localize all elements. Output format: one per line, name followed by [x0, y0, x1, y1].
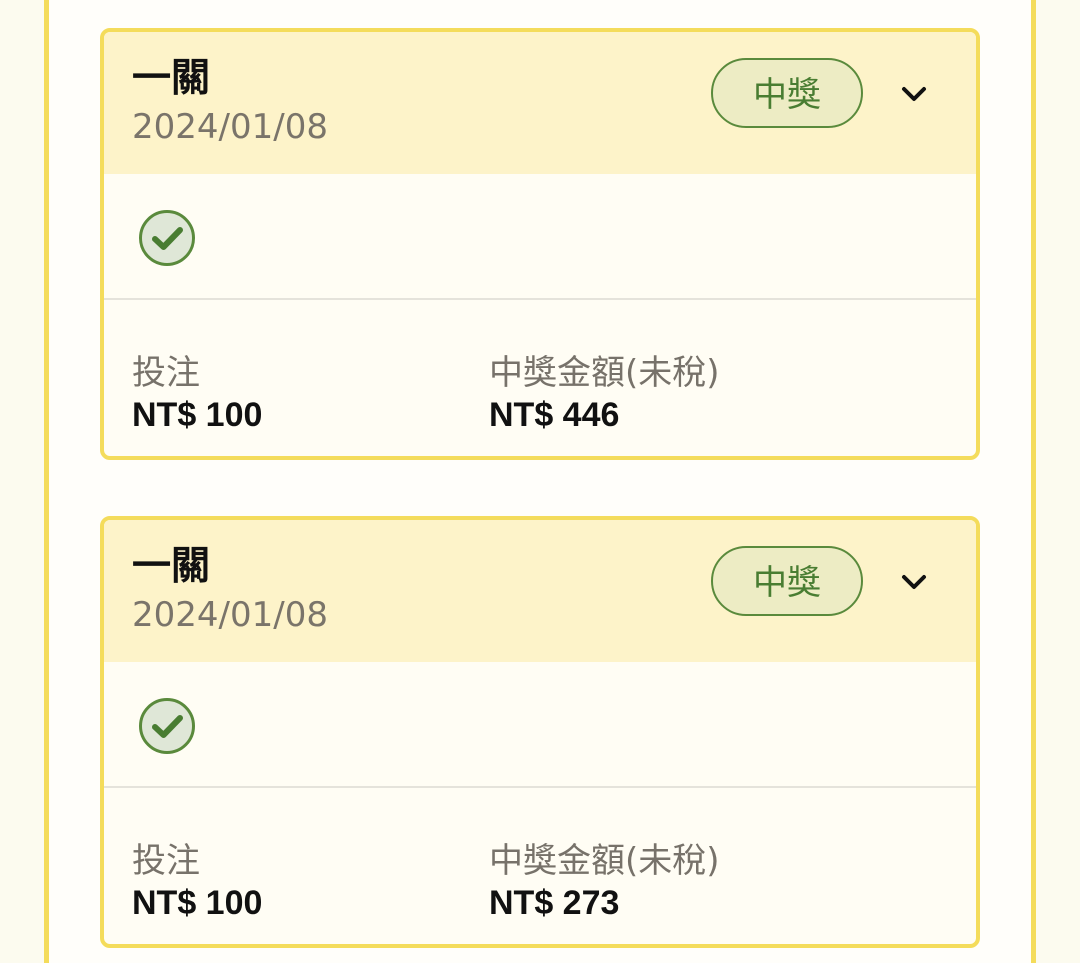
bet-label: 投注	[132, 353, 200, 393]
win-status-badge: 中獎	[711, 58, 863, 128]
prize-label: 中獎金額(未稅)	[489, 841, 720, 881]
win-status-badge: 中獎	[711, 546, 863, 616]
bet-amount: NT$ 100	[132, 396, 263, 434]
card-divider	[104, 298, 976, 300]
bet-type-title: 一關	[132, 544, 211, 589]
bet-record-card[interactable]: 一關 2024/01/08 中獎 投注 NT$ 100 中獎金額(未稅) NT$…	[100, 516, 980, 948]
bet-date: 2024/01/08	[132, 107, 328, 147]
bet-type-title: 一關	[132, 56, 211, 101]
card-header[interactable]: 一關 2024/01/08 中獎	[104, 32, 976, 174]
check-circle-icon	[139, 210, 195, 266]
prize-label: 中獎金額(未稅)	[489, 353, 720, 393]
prize-amount: NT$ 273	[489, 884, 620, 922]
card-header[interactable]: 一關 2024/01/08 中獎	[104, 520, 976, 662]
bet-label: 投注	[132, 841, 200, 881]
chevron-down-icon[interactable]	[896, 564, 932, 600]
prize-amount: NT$ 446	[489, 396, 620, 434]
bet-amount: NT$ 100	[132, 884, 263, 922]
bet-record-card[interactable]: 一關 2024/01/08 中獎 投注 NT$ 100 中獎金額(未稅) NT$…	[100, 28, 980, 460]
card-divider	[104, 786, 976, 788]
bet-date: 2024/01/08	[132, 595, 328, 635]
check-circle-icon	[139, 698, 195, 754]
chevron-down-icon[interactable]	[896, 76, 932, 112]
